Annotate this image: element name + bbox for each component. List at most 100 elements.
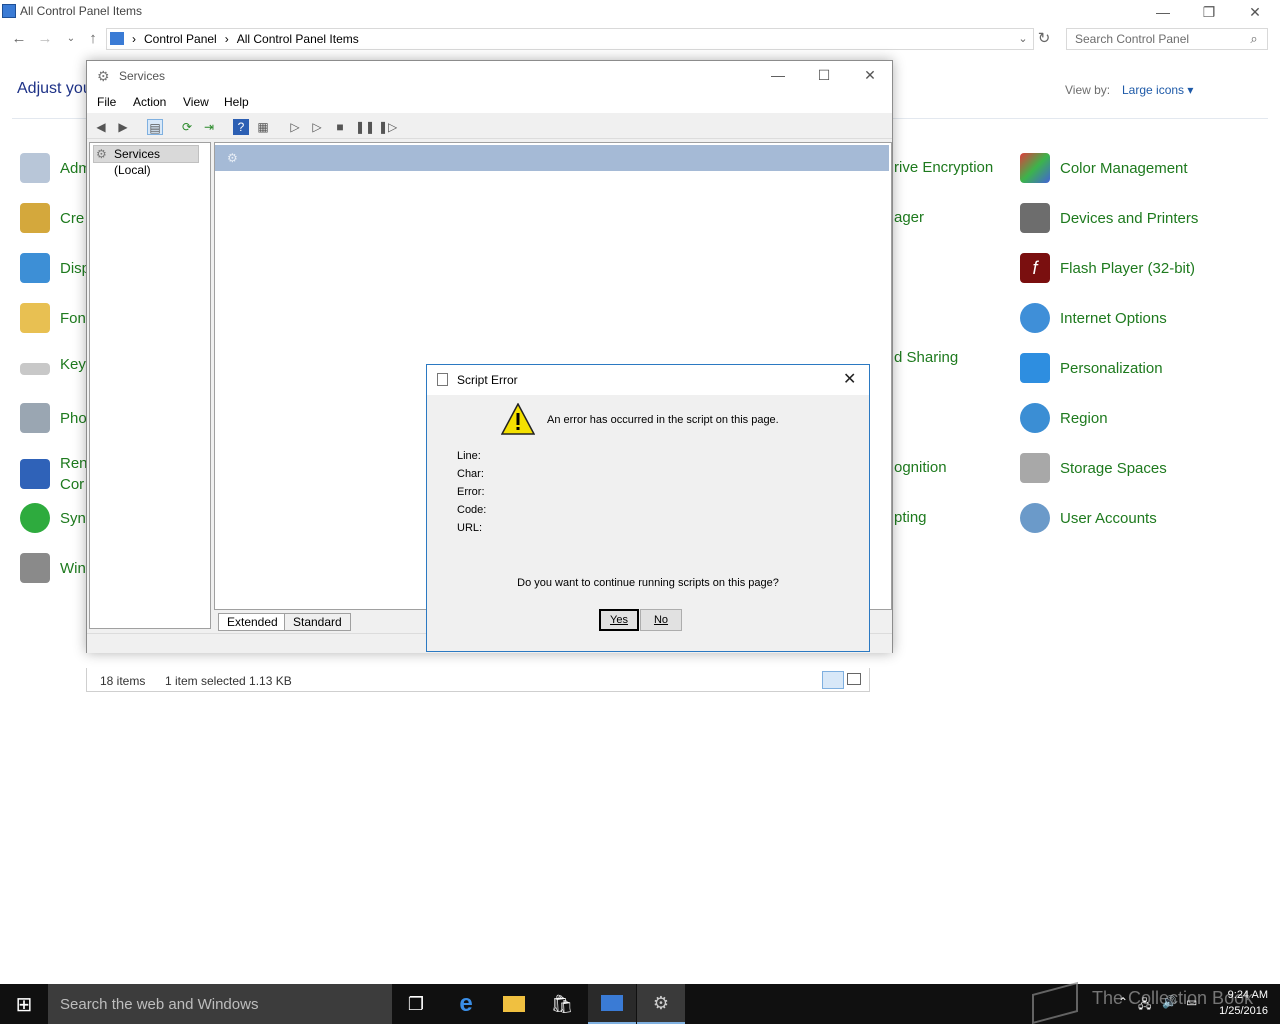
address-dropdown-icon[interactable]: ⌄	[1014, 30, 1032, 48]
start-icon[interactable]: ▷	[287, 119, 303, 135]
control-panel-app-icon	[2, 4, 16, 18]
tab-extended[interactable]: Extended	[218, 613, 287, 631]
recent-dropdown-icon[interactable]: ⌄	[62, 30, 80, 48]
region-icon	[1020, 403, 1050, 433]
control-panel-crumb-icon	[110, 32, 124, 45]
resume-icon[interactable]: ❚▷	[378, 119, 397, 135]
large-icons-view-icon[interactable]	[847, 673, 861, 685]
cp-item-speech-recognition-partial[interactable]: ognition	[894, 459, 947, 476]
menu-help[interactable]: Help	[224, 95, 249, 109]
cp-item-personalization[interactable]: Personalization	[1020, 353, 1163, 383]
cp-item-network-sharing-partial[interactable]: d Sharing	[894, 349, 958, 366]
volume-icon[interactable]: 🔊	[1162, 995, 1177, 1009]
back-arrow-icon[interactable]: ←	[10, 30, 28, 48]
cp-item-flash-player[interactable]: f Flash Player (32-bit)	[1020, 253, 1195, 283]
services-title: Services	[119, 69, 166, 83]
breadcrumb-all-items[interactable]: All Control Panel Items	[237, 32, 359, 46]
dialog-close-button[interactable]: ✕	[843, 369, 856, 389]
menu-file[interactable]: File	[97, 95, 116, 109]
control-panel-taskbar-icon[interactable]	[588, 984, 636, 1024]
services-maximize-button[interactable]: ☐	[801, 63, 847, 87]
action-center-icon[interactable]: ▭	[1186, 995, 1197, 1009]
services-close-button[interactable]: ✕	[847, 63, 893, 87]
network-icon[interactable]: 🖧	[1138, 995, 1151, 1016]
status-selected: 1 item selected 1.13 KB	[165, 674, 292, 688]
cp-close-button[interactable]: ✕	[1232, 0, 1278, 24]
show-hidden-icons-icon[interactable]: ⌃	[1118, 995, 1128, 1009]
credential-icon	[20, 203, 50, 233]
no-button[interactable]: No	[640, 609, 682, 631]
pause-icon[interactable]: ❚❚	[355, 119, 375, 135]
show-hide-tree-icon[interactable]: ▤	[147, 119, 163, 135]
tab-standard[interactable]: Standard	[284, 613, 351, 631]
dialog-title: Script Error	[457, 373, 518, 387]
cp-item-phone-modem[interactable]: Pho	[20, 403, 87, 433]
clock-time[interactable]: 9:24 AM	[1200, 989, 1268, 1001]
start-alt-icon[interactable]: ▷	[309, 119, 325, 135]
cp-item-administrative-tools[interactable]: Adm	[20, 153, 91, 183]
cp-item-windows-firewall[interactable]: Win	[20, 553, 86, 583]
search-icon[interactable]: ⌕	[1245, 30, 1263, 48]
cp-item-display[interactable]: Disp	[20, 253, 90, 283]
field-error: Error:	[457, 486, 485, 498]
gear-icon: ⚙	[227, 151, 238, 165]
cp-item-remoteapp[interactable]: Ren Cor	[20, 453, 88, 495]
help-icon[interactable]: ?	[233, 119, 249, 135]
fonts-icon	[20, 303, 50, 333]
cp-item-fonts[interactable]: Fon	[20, 303, 86, 333]
start-button[interactable]: ⊞	[0, 984, 48, 1024]
cp-item-user-accounts[interactable]: User Accounts	[1020, 503, 1157, 533]
field-code: Code:	[457, 504, 487, 516]
services-header-banner	[215, 145, 889, 171]
refresh-icon[interactable]: ⟳	[179, 119, 195, 135]
forward-icon[interactable]: ▶	[115, 119, 131, 135]
store-icon[interactable]: 🛍	[538, 984, 586, 1024]
user-accounts-icon	[1020, 503, 1050, 533]
forward-arrow-icon[interactable]: →	[36, 30, 54, 48]
phone-icon	[20, 403, 50, 433]
services-minimize-button[interactable]: —	[755, 63, 801, 87]
cp-item-devices-printers[interactable]: Devices and Printers	[1020, 203, 1198, 233]
breadcrumb[interactable]: › Control Panel › All Control Panel Item…	[132, 32, 359, 46]
cp-item-color-management[interactable]: Color Management	[1020, 153, 1188, 183]
file-explorer-icon[interactable]	[490, 984, 538, 1024]
back-icon[interactable]: ◀	[93, 119, 109, 135]
services-tree-pane	[89, 142, 211, 629]
up-arrow-icon[interactable]: ↑	[84, 30, 102, 48]
cp-item-keyboard[interactable]: Key	[20, 353, 86, 375]
cp-item-sync-center[interactable]: Syn	[20, 503, 86, 533]
export-list-icon[interactable]: ⇥	[201, 119, 217, 135]
yes-button[interactable]: Yes	[599, 609, 639, 631]
stop-icon[interactable]: ■	[332, 119, 348, 135]
cp-item-device-manager-partial[interactable]: ager	[894, 209, 924, 226]
clock-date[interactable]: 1/25/2016	[1200, 1005, 1268, 1017]
cp-item-bitlocker-partial[interactable]: rive Encryption	[894, 159, 993, 176]
menu-view[interactable]: View	[183, 95, 209, 109]
tree-item-services-local[interactable]: Services (Local)	[93, 145, 199, 177]
refresh-icon[interactable]: ↻	[1035, 30, 1053, 48]
breadcrumb-separator: ›	[132, 32, 136, 46]
menu-action[interactable]: Action	[133, 95, 166, 109]
cp-item-storage-spaces[interactable]: Storage Spaces	[1020, 453, 1167, 483]
cp-item-region[interactable]: Region	[1020, 403, 1108, 433]
keyboard-icon	[20, 363, 50, 375]
field-char: Char:	[457, 468, 484, 480]
internet-options-icon	[1020, 303, 1050, 333]
task-view-icon[interactable]: ❐	[392, 984, 440, 1024]
properties-icon[interactable]: ▦	[255, 119, 271, 135]
field-url: URL:	[457, 522, 483, 534]
cp-item-troubleshooting-partial[interactable]: pting	[894, 509, 927, 526]
status-item-count: 18 items	[100, 674, 146, 688]
cp-item-internet-options[interactable]: Internet Options	[1020, 303, 1167, 333]
cp-item-credential-manager[interactable]: Cre	[20, 203, 84, 233]
display-icon	[20, 253, 50, 283]
cp-titlebar	[0, 0, 1280, 24]
cp-minimize-button[interactable]: —	[1140, 0, 1186, 24]
cp-restore-button[interactable]: ❐	[1186, 0, 1232, 24]
services-taskbar-icon[interactable]: ⚙	[637, 984, 685, 1024]
edge-icon[interactable]: e	[442, 984, 490, 1024]
view-by-dropdown[interactable]: Large icons ▾	[1122, 83, 1193, 97]
details-view-icon[interactable]	[822, 671, 844, 689]
breadcrumb-control-panel[interactable]: Control Panel	[144, 32, 217, 46]
printer-icon	[1020, 203, 1050, 233]
